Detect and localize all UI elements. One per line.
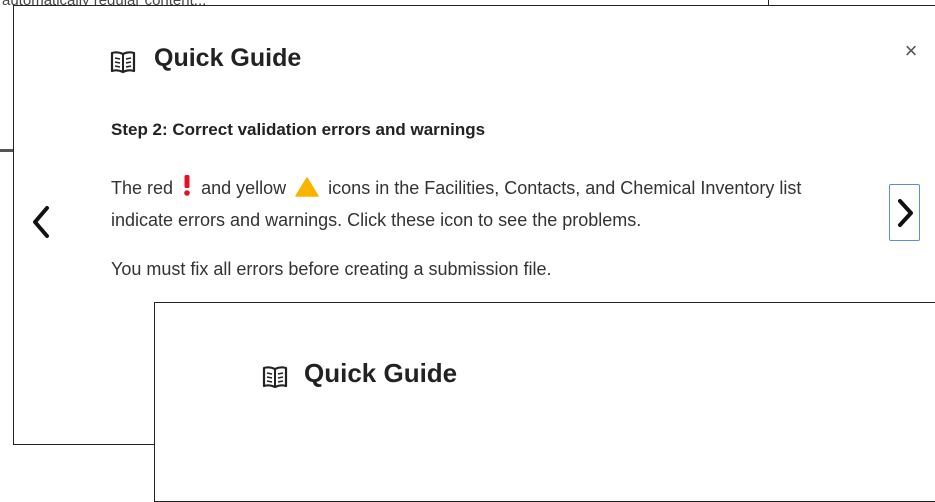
nested-modal-title: Quick Guide (304, 358, 458, 388)
background-divider (0, 149, 14, 152)
next-step-button[interactable] (889, 184, 920, 241)
instruction-note: You must fix all errors before creating … (111, 259, 552, 279)
paragraph-text-part2: and yellow (201, 178, 287, 198)
book-icon (110, 50, 136, 74)
instruction-paragraph: The red and yellow icons in the Faciliti… (111, 174, 851, 235)
chevron-left-icon (33, 206, 49, 238)
warning-triangle-icon (295, 177, 319, 206)
previous-step-button[interactable] (28, 202, 54, 242)
book-icon (262, 365, 288, 389)
close-button[interactable]: × (900, 40, 922, 62)
nested-quick-guide-modal: Quick Guide (154, 302, 935, 502)
modal-title: Quick Guide (154, 44, 302, 72)
quick-guide-modal: Quick Guide × Step 2: Correct validation… (13, 5, 935, 502)
paragraph-text-part1: The red (111, 178, 174, 198)
exclamation-icon (182, 175, 192, 206)
step-title: Step 2: Correct validation errors and wa… (111, 120, 486, 139)
chevron-right-icon (898, 199, 913, 227)
